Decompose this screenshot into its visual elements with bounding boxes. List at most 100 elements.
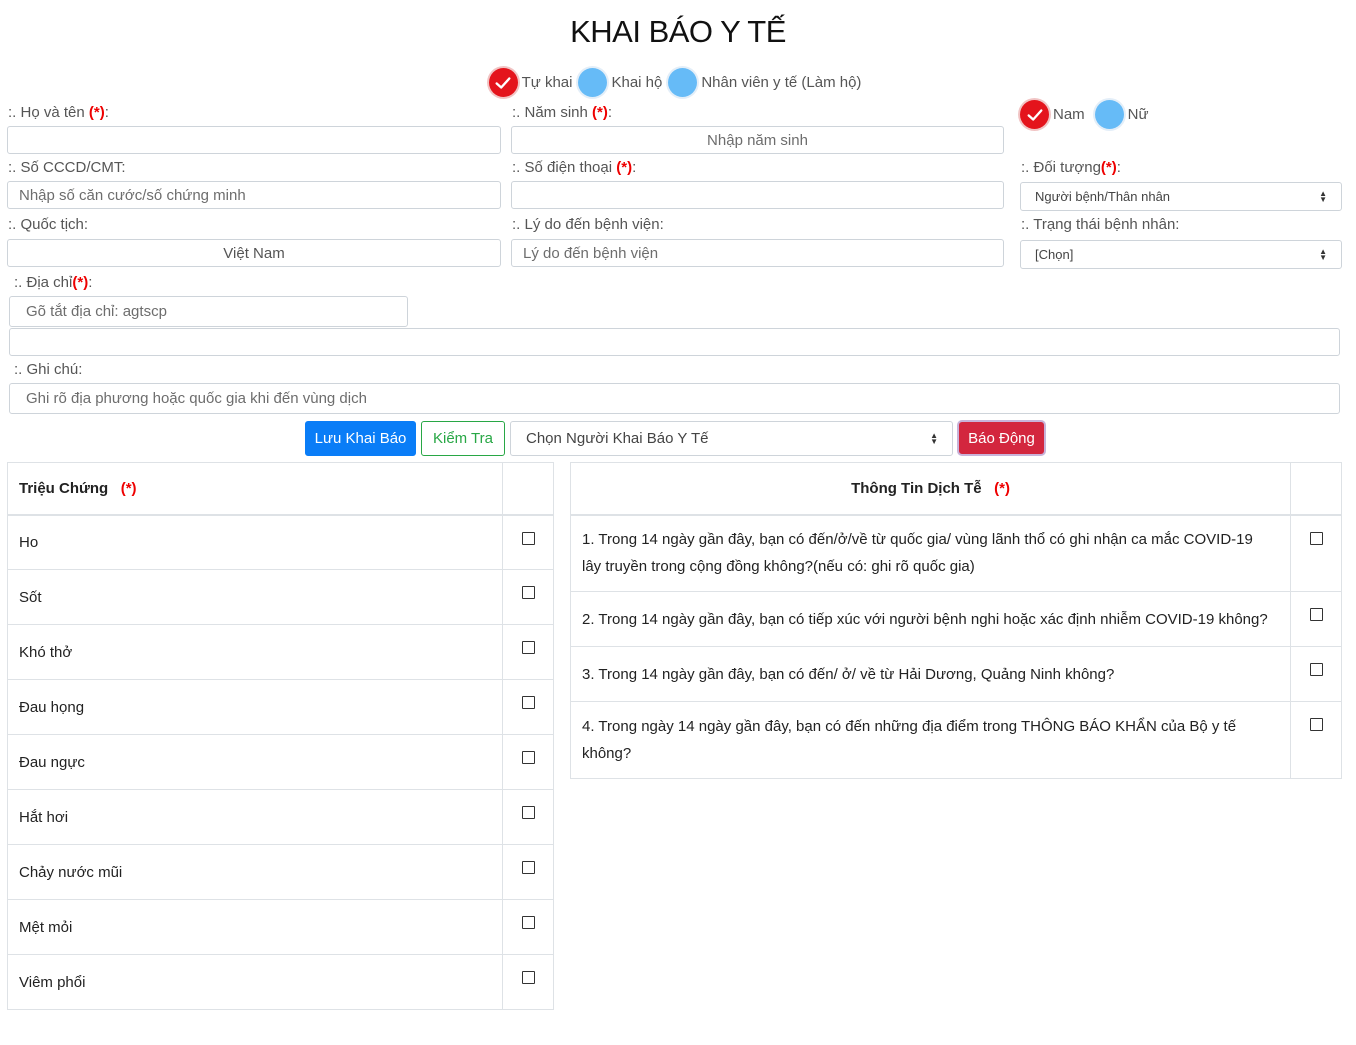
radio-label: Nhân viên y tế (Làm hộ) bbox=[701, 74, 862, 91]
epidemiology-row: 3. Trong 14 ngày gần đây, bạn có đến/ ở/… bbox=[569, 646, 1342, 702]
phone-input[interactable] bbox=[511, 181, 1004, 209]
unchecked-radio-icon bbox=[578, 68, 608, 97]
epidemiology-row: 4. Trong ngày 14 ngày gần đây, bạn có đế… bbox=[569, 701, 1342, 779]
unchecked-radio-icon bbox=[668, 68, 698, 97]
symptom-check-cell bbox=[502, 734, 554, 790]
symptom-label: Sốt bbox=[6, 569, 504, 625]
symptom-row: Khó thở bbox=[6, 624, 554, 680]
symptom-check-cell bbox=[502, 679, 554, 735]
declarer-selected-value: Chọn Người Khai Báo Y Tế bbox=[526, 430, 709, 447]
subject-select[interactable]: Người bệnh/Thân nhân ▲ ▼ bbox=[1020, 182, 1342, 211]
radio-self-declare[interactable]: Tự khai bbox=[488, 68, 573, 97]
epidemiology-check-cell bbox=[1290, 701, 1342, 779]
radio-label: Nam bbox=[1053, 106, 1085, 123]
alarm-button[interactable]: Báo Động bbox=[959, 422, 1044, 454]
epidemiology-question: 4. Trong ngày 14 ngày gần đây, bạn có đế… bbox=[569, 701, 1292, 779]
symptom-label: Khó thở bbox=[6, 624, 504, 680]
symptom-checkbox[interactable] bbox=[521, 696, 535, 709]
symptom-row: Ho bbox=[6, 514, 554, 570]
symptom-checkbox[interactable] bbox=[521, 751, 535, 764]
radio-label: Khai hộ bbox=[611, 74, 663, 91]
patient-status-label: :. Trạng thái bệnh nhân: bbox=[1021, 216, 1180, 233]
page-title: KHAI BÁO Y TẾ bbox=[570, 14, 786, 49]
epidemiology-header: Thông Tin Dịch Tễ (*) bbox=[569, 462, 1292, 516]
symptom-checkbox[interactable] bbox=[521, 861, 535, 874]
symptom-check-cell bbox=[502, 954, 554, 1010]
symptom-checkbox[interactable] bbox=[521, 916, 535, 929]
symptom-check-cell bbox=[502, 569, 554, 625]
visit-reason-input[interactable]: Lý do đến bệnh viện bbox=[511, 239, 1004, 267]
select-arrows-icon: ▲ ▼ bbox=[1319, 246, 1327, 262]
address-shortcut-input[interactable]: Gõ tắt địa chỉ: agtscp bbox=[9, 296, 408, 327]
checked-radio-icon bbox=[488, 68, 518, 97]
radio-label: Nữ bbox=[1127, 106, 1149, 123]
select-arrows-icon: ▲ ▼ bbox=[1319, 188, 1327, 204]
note-label: :. Ghi chú: bbox=[14, 361, 83, 378]
symptom-checkbox[interactable] bbox=[521, 531, 535, 545]
symptom-row: Viêm phổi bbox=[6, 954, 554, 1010]
symptom-label: Ho bbox=[6, 514, 504, 570]
note-input[interactable]: Ghi rõ địa phương hoặc quốc gia khi đến … bbox=[9, 383, 1340, 414]
address-label: :. Địa chỉ(*): bbox=[14, 274, 93, 291]
check-button[interactable]: Kiểm Tra bbox=[421, 421, 505, 456]
subject-selected-value: Người bệnh/Thân nhân bbox=[1035, 189, 1171, 204]
symptom-label: Chảy nước mũi bbox=[6, 844, 504, 900]
symptom-label: Đau họng bbox=[6, 679, 504, 735]
full-name-input[interactable] bbox=[7, 126, 501, 154]
declare-mode-group: Tự khai Khai hộ Nhân viên y tế (Làm hộ) bbox=[0, 68, 1356, 97]
birth-year-label: :. Năm sinh (*): bbox=[512, 104, 613, 121]
nationality-input[interactable]: Việt Nam bbox=[7, 239, 501, 267]
symptom-row: Hắt hơi bbox=[6, 789, 554, 845]
symptom-checkbox[interactable] bbox=[521, 641, 535, 654]
visit-reason-label: :. Lý do đến bệnh viện: bbox=[512, 216, 664, 233]
save-declaration-button[interactable]: Lưu Khai Báo bbox=[305, 421, 416, 456]
full-name-label: :. Họ và tên (*): bbox=[8, 104, 109, 121]
declarer-select[interactable]: Chọn Người Khai Báo Y Tế ▲ ▼ bbox=[510, 421, 953, 456]
epidemiology-checkbox[interactable] bbox=[1309, 531, 1323, 545]
epidemiology-row: 2. Trong 14 ngày gần đây, bạn có tiếp xú… bbox=[569, 591, 1342, 647]
epidemiology-question: 1. Trong 14 ngày gần đây, bạn có đến/ở/v… bbox=[569, 514, 1292, 592]
epidemiology-row: 1. Trong 14 ngày gần đây, bạn có đến/ở/v… bbox=[569, 514, 1342, 592]
symptom-checkbox[interactable] bbox=[521, 586, 535, 599]
radio-declare-for-other[interactable]: Khai hộ bbox=[578, 68, 662, 97]
gender-group: Nam Nữ bbox=[1020, 100, 1155, 129]
symptom-label: Mệt mỏi bbox=[6, 899, 504, 955]
epidemiology-checkbox[interactable] bbox=[1309, 718, 1323, 731]
symptom-row: Mệt mỏi bbox=[6, 899, 554, 955]
radio-male[interactable]: Nam bbox=[1020, 100, 1085, 129]
radio-medical-staff[interactable]: Nhân viên y tế (Làm hộ) bbox=[668, 68, 861, 97]
patient-status-select[interactable]: [Chọn] ▲ ▼ bbox=[1020, 240, 1342, 269]
symptom-check-cell bbox=[502, 844, 554, 900]
symptom-row: Đau ngực bbox=[6, 734, 554, 790]
epidemiology-check-cell bbox=[1290, 646, 1342, 702]
radio-female[interactable]: Nữ bbox=[1094, 100, 1149, 129]
symptoms-header: Triệu Chứng (*) bbox=[6, 462, 504, 516]
symptom-row: Đau họng bbox=[6, 679, 554, 735]
symptom-label: Hắt hơi bbox=[6, 789, 504, 845]
nationality-label: :. Quốc tịch: bbox=[8, 216, 89, 233]
epidemiology-checkbox[interactable] bbox=[1309, 663, 1323, 676]
phone-label: :. Số điện thoại (*): bbox=[512, 159, 637, 176]
symptom-label: Viêm phổi bbox=[6, 954, 504, 1010]
symptom-check-cell bbox=[502, 789, 554, 845]
address-full-input[interactable] bbox=[9, 328, 1340, 356]
patient-status-selected-value: [Chọn] bbox=[1035, 247, 1074, 262]
symptom-row: Chảy nước mũi bbox=[6, 844, 554, 900]
symptom-check-cell bbox=[502, 624, 554, 680]
id-number-label: :. Số CCCD/CMT: bbox=[8, 159, 126, 176]
birth-year-input[interactable]: Nhập năm sinh bbox=[511, 126, 1004, 154]
symptom-checkbox[interactable] bbox=[521, 971, 535, 984]
symptom-label: Đau ngực bbox=[6, 734, 504, 790]
radio-label: Tự khai bbox=[521, 74, 573, 91]
epidemiology-check-header bbox=[1290, 462, 1342, 516]
epidemiology-question: 2. Trong 14 ngày gần đây, bạn có tiếp xú… bbox=[569, 591, 1292, 647]
symptom-checkbox[interactable] bbox=[521, 806, 535, 819]
symptom-check-cell bbox=[502, 899, 554, 955]
epidemiology-checkbox[interactable] bbox=[1309, 608, 1323, 621]
epidemiology-check-cell bbox=[1290, 514, 1342, 592]
id-number-input[interactable]: Nhập số căn cước/số chứng minh bbox=[7, 181, 501, 209]
epidemiology-question: 3. Trong 14 ngày gần đây, bạn có đến/ ở/… bbox=[569, 646, 1292, 702]
epidemiology-table: Thông Tin Dịch Tễ (*) 1. Trong 14 ngày g… bbox=[569, 462, 1342, 779]
symptoms-table: Triệu Chứng (*) Ho Sốt Khó thở Đau họng Đau … bbox=[6, 462, 554, 1010]
symptom-row: Sốt bbox=[6, 569, 554, 625]
